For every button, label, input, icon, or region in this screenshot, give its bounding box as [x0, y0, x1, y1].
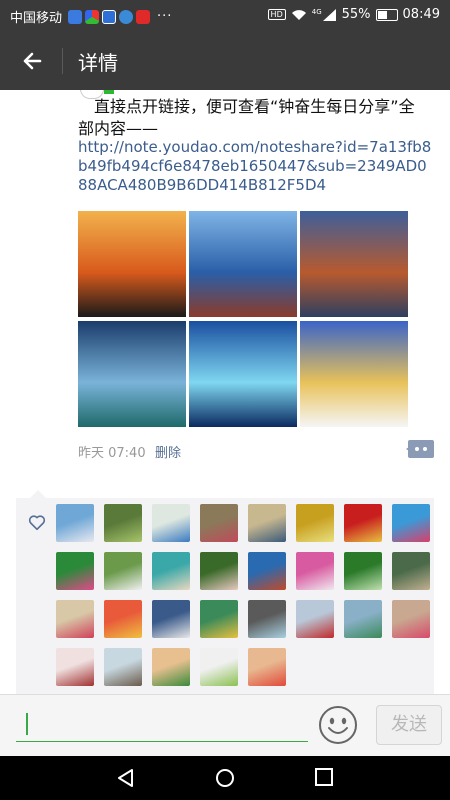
status-bar: 中国移动 ··· HD 4G 55% 08:49	[0, 0, 450, 32]
send-button[interactable]: 发送	[376, 705, 442, 745]
liker-avatar[interactable]	[344, 552, 382, 590]
liker-avatar[interactable]	[152, 648, 190, 686]
text-cursor	[26, 713, 28, 735]
comment-dot	[423, 447, 427, 451]
liker-avatar[interactable]	[344, 504, 382, 542]
notification-app-icon	[119, 9, 134, 24]
liker-avatar[interactable]	[296, 552, 334, 590]
liker-avatar[interactable]	[200, 648, 238, 686]
clock: 08:49	[402, 7, 440, 22]
post-link[interactable]: http://note.youdao.com/noteshare?id=7a13…	[78, 138, 434, 195]
photo-thumbnail-crane-at-sunset[interactable]	[78, 211, 186, 317]
comment-dot	[415, 447, 419, 451]
moment-detail[interactable]: 直接点开链接，便可查看“钟奋生每日分享”全部内容—— http://note.y…	[0, 90, 450, 694]
app-bar-divider	[62, 48, 63, 74]
page-title: 详情	[78, 51, 118, 75]
author-avatar-badge	[104, 90, 114, 94]
carrier-name: 中国移动	[10, 11, 63, 26]
photo-thumbnail-fireworks-over-city[interactable]	[189, 321, 297, 427]
photo-grid	[78, 211, 408, 427]
liker-avatar[interactable]	[392, 600, 430, 638]
nav-back-icon[interactable]	[116, 768, 136, 788]
liker-avatar[interactable]	[200, 552, 238, 590]
liker-avatar[interactable]	[104, 600, 142, 638]
status-left: 中国移动 ···	[10, 7, 172, 26]
nav-recents-icon[interactable]	[315, 768, 333, 786]
post-time: 昨天 07:40	[78, 446, 146, 461]
system-nav-bar	[0, 756, 450, 800]
liker-avatar[interactable]	[152, 552, 190, 590]
liker-avatar[interactable]	[392, 552, 430, 590]
liker-avatar[interactable]	[152, 600, 190, 638]
battery-icon	[375, 8, 398, 21]
hd-voice-badge: HD	[267, 9, 286, 20]
likes-panel	[16, 490, 434, 694]
comment-input-bar: 发送	[0, 694, 450, 757]
liker-avatar[interactable]	[200, 600, 238, 638]
battery-level	[377, 10, 388, 19]
liker-avatar[interactable]	[296, 600, 334, 638]
photo-thumbnail-canal-houses-at-dusk[interactable]	[300, 211, 408, 317]
status-right: HD 4G 55% 08:49	[267, 7, 440, 22]
notification-app-icon	[102, 9, 117, 24]
photo-thumbnail-city-skyline-night[interactable]	[78, 321, 186, 427]
heart-icon	[28, 515, 46, 531]
liker-avatar[interactable]	[56, 504, 94, 542]
app-bar: 详情	[0, 32, 450, 90]
liker-avatar[interactable]	[56, 600, 94, 638]
liker-avatar[interactable]	[344, 600, 382, 638]
liker-avatar[interactable]	[56, 552, 94, 590]
smiley-face-icon[interactable]	[318, 705, 358, 745]
more-notifications-icon: ···	[157, 9, 173, 24]
liker-avatar[interactable]	[104, 552, 142, 590]
signal-icon	[322, 8, 336, 21]
comment-input[interactable]	[16, 707, 308, 742]
liker-avatar[interactable]	[248, 600, 286, 638]
liker-avatar[interactable]	[248, 648, 286, 686]
wifi-icon	[291, 9, 306, 20]
liker-avatar[interactable]	[392, 504, 430, 542]
liker-avatar[interactable]	[296, 504, 334, 542]
notification-app-icon	[85, 9, 100, 24]
nav-home-icon[interactable]	[215, 768, 235, 788]
post-text: 直接点开链接，便可查看“钟奋生每日分享”全部内容——	[78, 97, 415, 138]
liker-avatar[interactable]	[248, 504, 286, 542]
battery-percent: 55%	[341, 7, 371, 22]
liker-avatar[interactable]	[200, 504, 238, 542]
liker-avatar[interactable]	[56, 648, 94, 686]
notification-app-icon	[68, 9, 83, 24]
back-arrow-icon[interactable]	[18, 46, 48, 76]
photo-thumbnail-white-town-castle[interactable]	[300, 321, 408, 427]
comment-action-button[interactable]	[406, 440, 434, 458]
delete-link[interactable]: 删除	[155, 442, 181, 461]
photo-thumbnail-lighthouse-on-coast[interactable]	[189, 211, 297, 317]
notification-app-icon	[136, 9, 151, 24]
network-type-label: 4G	[311, 7, 322, 16]
liker-avatar[interactable]	[104, 648, 142, 686]
liker-avatar[interactable]	[104, 504, 142, 542]
liker-avatar[interactable]	[248, 552, 286, 590]
liker-avatar[interactable]	[152, 504, 190, 542]
